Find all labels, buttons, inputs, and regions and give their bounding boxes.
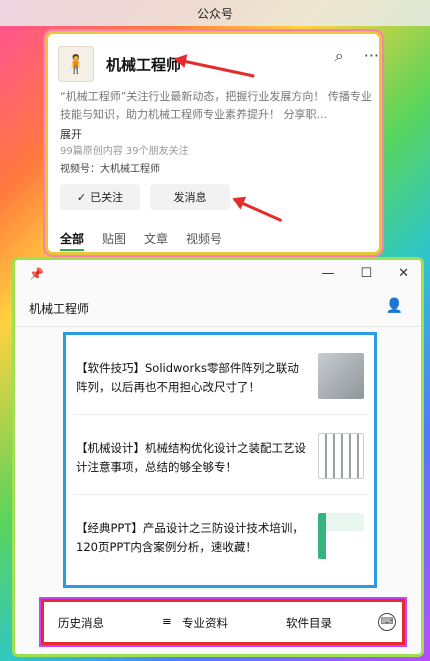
menu-catalog[interactable]: 软件目录 <box>286 615 332 631</box>
article-title: 【软件技巧】Solidworks零部件阵列之联动阵列，以后再也不用担心改尺寸了！ <box>76 361 299 394</box>
account-header: 🧍 机械工程师 <box>58 42 368 86</box>
top-bar: 公众号 <box>0 0 430 26</box>
article-item[interactable]: 【软件技巧】Solidworks零部件阵列之联动阵列，以后再也不用担心改尺寸了！ <box>72 343 368 415</box>
video-channel-link[interactable]: 视频号：大机械工程师 <box>60 160 160 175</box>
follow-button[interactable]: ✓ 已关注 <box>60 184 140 210</box>
close-icon[interactable]: ✕ <box>398 266 409 281</box>
article-title: 【机械设计】机械结构优化设计之装配工艺设计注意事项，总结的够全够专！ <box>76 441 306 474</box>
tab-all[interactable]: 全部 <box>60 230 85 251</box>
article-thumbnail <box>318 353 364 399</box>
tab-articles[interactable]: 文章 <box>144 230 168 251</box>
user-profile-icon[interactable]: 👤 <box>386 298 403 314</box>
menu-history[interactable]: 历史消息 <box>58 615 104 631</box>
article-thumbnail <box>318 433 364 479</box>
annotation-arrow-message <box>233 198 283 223</box>
minimize-icon[interactable]: — <box>321 266 334 281</box>
check-icon: ✓ <box>76 190 87 204</box>
expand-link[interactable]: 展开 <box>60 126 82 142</box>
content-tabs: 全部 贴图 文章 视频号 <box>60 230 222 251</box>
menu-list-icon[interactable]: ≡ <box>162 614 172 628</box>
header-icons: ⌕ ··· <box>335 46 379 66</box>
article-item[interactable]: 【机械设计】机械结构优化设计之装配工艺设计注意事项，总结的够全够专！ <box>72 423 368 495</box>
official-account-window: 📌 — ☐ ✕ 机械工程师 👤 【软件技巧】Solidworks零部件阵列之联动… <box>12 257 424 657</box>
follow-label: 已关注 <box>90 191 124 204</box>
bottom-menu: 历史消息 ≡ 专业资料 软件目录 ⌨ <box>41 599 405 645</box>
article-title: 【经典PPT】产品设计之三防设计技术培训，120页PPT内含案例分析，速收藏！ <box>76 521 304 554</box>
window-account-title: 机械工程师 <box>29 302 90 316</box>
keyboard-icon[interactable]: ⌨ <box>378 613 396 631</box>
topbar-title: 公众号 <box>196 6 233 21</box>
divider <box>15 326 421 327</box>
maximize-icon[interactable]: ☐ <box>360 266 372 281</box>
article-feed: 【软件技巧】Solidworks零部件阵列之联动阵列，以后再也不用担心改尺寸了！… <box>63 332 377 588</box>
article-thumbnail <box>318 513 364 559</box>
window-controls: — ☐ ✕ <box>321 266 409 281</box>
account-intro: “机械工程师”关注行业最新动态，把握行业发展方向！ 传播专业技能与知识，助力机械… <box>60 90 372 121</box>
pin-icon[interactable]: 📌 <box>29 267 44 281</box>
menu-materials[interactable]: 专业资料 <box>182 615 228 631</box>
account-meta: 99篇原创内容 39个朋友关注 <box>60 146 189 157</box>
search-icon[interactable]: ⌕ <box>335 46 344 66</box>
send-message-button[interactable]: 发消息 <box>150 184 230 210</box>
account-logo[interactable]: 🧍 <box>58 46 94 82</box>
send-message-label: 发消息 <box>173 191 207 204</box>
more-icon[interactable]: ··· <box>364 46 379 66</box>
tab-video[interactable]: 视频号 <box>186 230 222 251</box>
account-profile-card: 🧍 机械工程师 ⌕ ··· “机械工程师”关注行业最新动态，把握行业发展方向！ … <box>45 31 382 255</box>
tab-posts[interactable]: 贴图 <box>102 230 126 251</box>
account-name: 机械工程师 <box>106 55 182 74</box>
article-item[interactable]: 【经典PPT】产品设计之三防设计技术培训，120页PPT内含案例分析，速收藏！ <box>72 503 368 575</box>
